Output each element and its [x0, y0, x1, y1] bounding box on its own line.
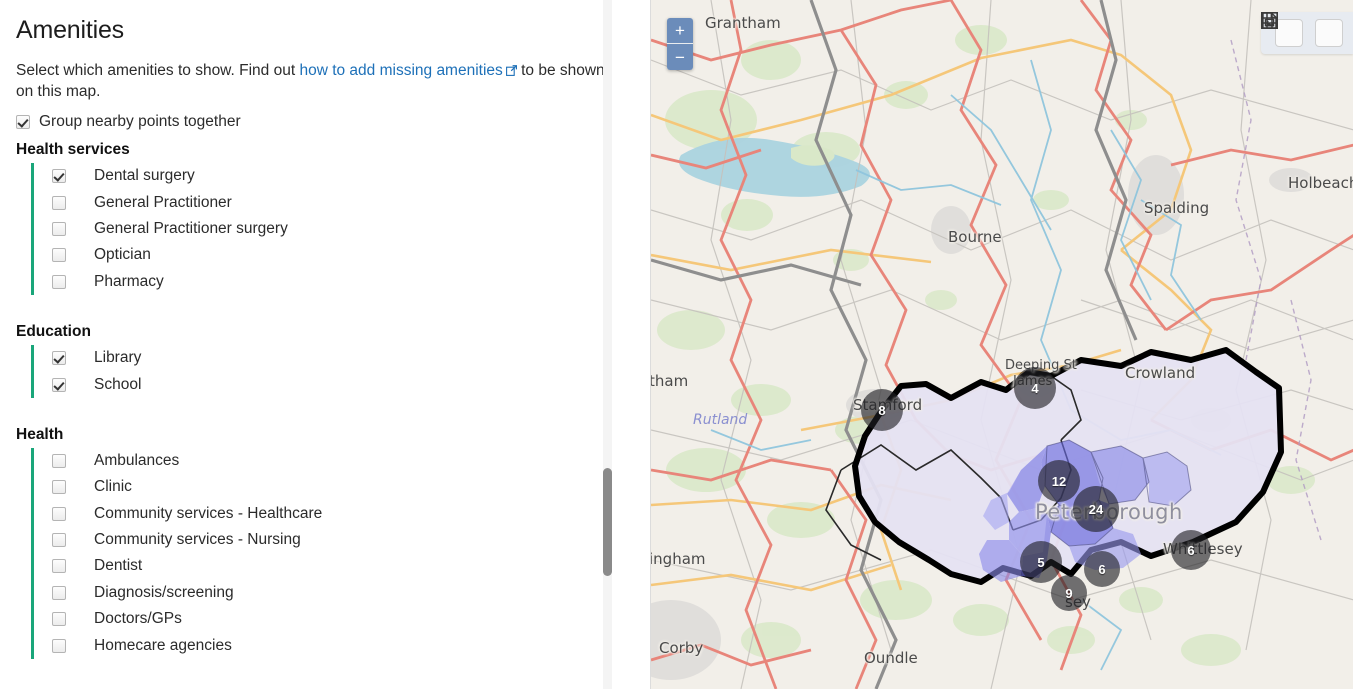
- option-label: Community services - Healthcare: [94, 504, 323, 522]
- checkbox-dentist[interactable]: [52, 559, 66, 574]
- amenities-map-page: Amenities Select which amenities to show…: [0, 0, 1353, 689]
- checkbox-clinic[interactable]: [52, 480, 66, 495]
- option-label: General Practitioner: [94, 193, 232, 211]
- zoom-out-button[interactable]: −: [667, 44, 693, 70]
- checkbox-general-practitioner[interactable]: [52, 195, 66, 210]
- external-link-icon: [505, 65, 517, 76]
- option-list-education: Library School: [31, 344, 634, 398]
- option-label: Optician: [94, 246, 151, 264]
- map-canvas: [651, 0, 1353, 689]
- option-label: Ambulances: [94, 451, 180, 469]
- category-title-education: Education: [16, 322, 91, 340]
- option-row-doctors-gps[interactable]: Doctors/GPs: [34, 606, 634, 632]
- cluster-marker[interactable]: 6: [1171, 530, 1211, 570]
- option-row-diagnosis-screening[interactable]: Diagnosis/screening: [34, 580, 634, 606]
- intro-text-before: Select which amenities to show. Find out: [16, 62, 300, 79]
- option-row-pharmacy[interactable]: Pharmacy: [34, 269, 634, 295]
- intro-text: Select which amenities to show. Find out…: [16, 60, 616, 102]
- map-zoom-controls: + −: [667, 18, 693, 70]
- option-label: Clinic: [94, 478, 132, 496]
- checkbox-optician[interactable]: [52, 248, 66, 263]
- map-tools-panel: [1261, 12, 1353, 54]
- cluster-marker[interactable]: 12: [1038, 460, 1080, 502]
- option-row-ambulances[interactable]: Ambulances: [34, 448, 634, 474]
- option-label: Doctors/GPs: [94, 610, 182, 628]
- category-spacer: [16, 398, 634, 415]
- checkbox-community-services-nursing[interactable]: [52, 533, 66, 548]
- amenities-sidebar: Amenities Select which amenities to show…: [0, 0, 650, 689]
- checkbox-general-practitioner-surgery[interactable]: [52, 221, 66, 236]
- checkbox-ambulances[interactable]: [52, 453, 66, 468]
- option-list-health: Ambulances Clinic Community services - H…: [31, 447, 634, 659]
- export-image-button[interactable]: [1262, 12, 1343, 47]
- option-row-community-services-nursing[interactable]: Community services - Nursing: [34, 527, 634, 553]
- checkbox-pharmacy[interactable]: [52, 274, 66, 289]
- category-title-health-services: Health services: [16, 141, 130, 158]
- option-row-optician[interactable]: Optician: [34, 242, 634, 268]
- option-label: Pharmacy: [94, 272, 164, 290]
- amenities-map[interactable]: Grantham Holbeach Spalding Bourne Deepin…: [650, 0, 1353, 689]
- option-label: Library: [94, 349, 142, 367]
- checkbox-dental-surgery[interactable]: [52, 169, 66, 184]
- group-nearby-points-row[interactable]: Group nearby points together: [16, 113, 634, 131]
- sidebar-scrollbar-track[interactable]: [603, 0, 612, 689]
- checkbox-library[interactable]: [52, 351, 66, 366]
- option-row-general-practitioner[interactable]: General Practitioner: [34, 189, 634, 215]
- sidebar-scrollbar-thumb[interactable]: [603, 468, 612, 576]
- option-row-dentist[interactable]: Dentist: [34, 553, 634, 579]
- sidebar-content: Amenities Select which amenities to show…: [0, 0, 650, 659]
- option-label: Dentist: [94, 557, 143, 575]
- cluster-marker[interactable]: 8: [861, 389, 903, 431]
- page-title: Amenities: [16, 16, 124, 44]
- cluster-marker[interactable]: 24: [1073, 486, 1119, 532]
- option-label: Community services - Nursing: [94, 531, 301, 549]
- checkbox-doctors-gps[interactable]: [52, 612, 66, 627]
- option-label: General Practitioner surgery: [94, 219, 288, 237]
- group-nearby-points-checkbox[interactable]: [16, 115, 30, 129]
- option-label: Homecare agencies: [94, 636, 232, 654]
- add-missing-amenities-link[interactable]: how to add missing amenities: [299, 62, 502, 79]
- option-label: Dental surgery: [94, 167, 195, 185]
- option-list-health-services: Dental surgery General Practitioner Gene…: [31, 163, 634, 295]
- option-row-community-services-healthcare[interactable]: Community services - Healthcare: [34, 501, 634, 527]
- cluster-marker[interactable]: 6: [1084, 551, 1120, 587]
- checkbox-homecare-agencies[interactable]: [52, 638, 66, 653]
- option-label: Diagnosis/screening: [94, 583, 234, 601]
- group-nearby-points-label: Group nearby points together: [39, 113, 241, 130]
- category-title-health: Health: [16, 425, 64, 443]
- option-row-homecare-agencies[interactable]: Homecare agencies: [34, 632, 634, 658]
- cluster-marker[interactable]: 4: [1014, 367, 1056, 409]
- option-label: School: [94, 375, 142, 393]
- checkbox-school[interactable]: [52, 377, 66, 392]
- category-spacer: [16, 295, 634, 312]
- option-row-clinic[interactable]: Clinic: [34, 474, 634, 500]
- cluster-marker[interactable]: 9: [1051, 575, 1087, 611]
- checkbox-diagnosis-screening[interactable]: [52, 585, 66, 600]
- option-row-dental-surgery[interactable]: Dental surgery: [34, 163, 634, 189]
- checkbox-community-services-healthcare[interactable]: [52, 506, 66, 521]
- cluster-marker[interactable]: 5: [1020, 541, 1062, 583]
- zoom-in-button[interactable]: +: [667, 18, 693, 44]
- option-row-general-practitioner-surgery[interactable]: General Practitioner surgery: [34, 216, 634, 242]
- option-row-library[interactable]: Library: [34, 345, 634, 371]
- option-row-school[interactable]: School: [34, 371, 634, 397]
- table-view-button[interactable]: [1261, 12, 1303, 47]
